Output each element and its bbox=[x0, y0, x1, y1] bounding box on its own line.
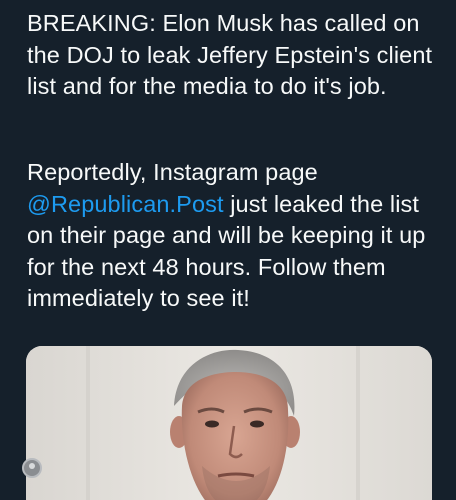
photo-image bbox=[26, 346, 432, 500]
avatar-icon[interactable] bbox=[22, 458, 42, 478]
tweet-media-photo[interactable] bbox=[26, 346, 432, 500]
tweet-text-paragraph-2: Reportedly, Instagram page @Republican.P… bbox=[27, 157, 447, 315]
tweet-text-before-mention: Reportedly, Instagram page bbox=[27, 159, 318, 185]
tweet-container: BREAKING: Elon Musk has called on the DO… bbox=[0, 0, 456, 500]
tweet-text-paragraph-1: BREAKING: Elon Musk has called on the DO… bbox=[27, 10, 433, 99]
mention-link[interactable]: @Republican.Post bbox=[27, 191, 224, 217]
